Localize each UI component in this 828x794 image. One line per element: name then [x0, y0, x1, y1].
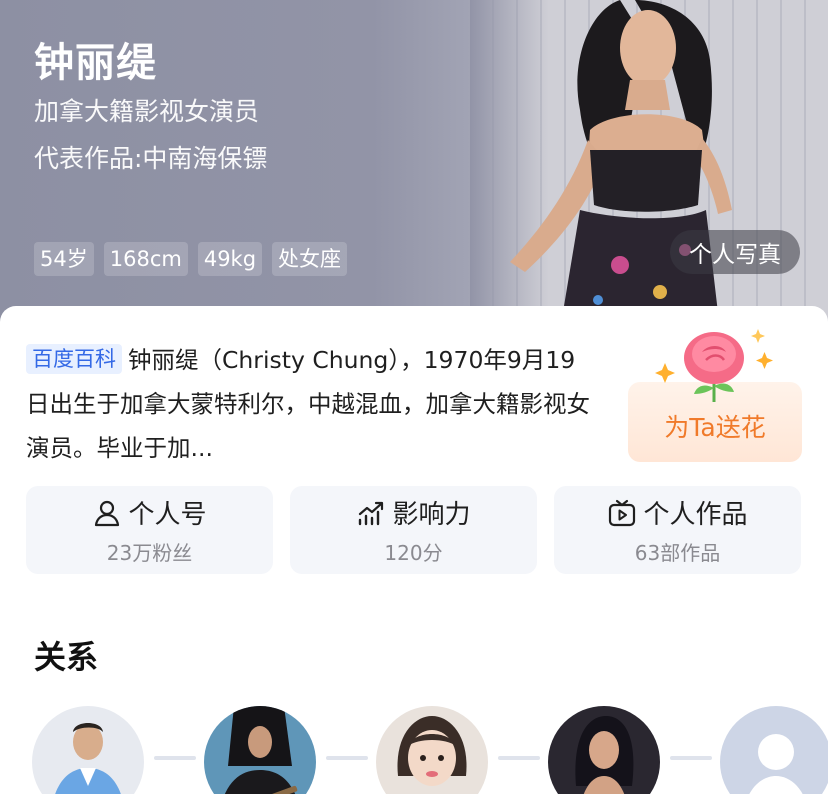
relation-avatar-3[interactable] [376, 706, 488, 794]
personal-works-label: 个人作品 [643, 500, 748, 530]
works-count: 63部作品 [634, 541, 721, 565]
profile-photo[interactable] [470, 0, 828, 330]
influence-score: 120分 [384, 541, 443, 565]
relations-list [32, 706, 828, 794]
follower-count: 23万粉丝 [106, 541, 193, 565]
video-icon [609, 499, 636, 526]
rose-icon [655, 329, 773, 402]
personal-works-card[interactable]: 个人作品 63部作品 [554, 486, 801, 574]
influence-card[interactable]: 影响力 120分 [290, 486, 537, 574]
relations-title: 关系 [34, 638, 99, 676]
personal-account-title-row: 个人号 [92, 494, 207, 531]
avatar-girl [376, 706, 488, 794]
zodiac-tag: 处女座 [272, 242, 348, 276]
avatar-guitarist [204, 706, 316, 794]
hero-banner: 钟丽缇 加拿大籍影视女演员 代表作品:中南海保镖 54岁 168cm 49kg … [0, 0, 828, 330]
relation-avatar-4[interactable] [548, 706, 660, 794]
celebrity-name: 钟丽缇 [34, 40, 157, 86]
relation-connector [326, 756, 368, 760]
relation-avatar-2[interactable] [204, 706, 316, 794]
info-tags: 54岁 168cm 49kg 处女座 [34, 242, 348, 276]
intro-summary[interactable]: 百度百科 钟丽缇（Christy Chung），1970年9月19日出生于加拿大蒙… [26, 338, 596, 470]
personal-account-card[interactable]: 个人号 23万粉丝 [26, 486, 273, 574]
personal-photos-button[interactable]: 个人写真 [670, 230, 800, 274]
age-tag: 54岁 [34, 242, 94, 276]
personal-works-title-row: 个人作品 [607, 494, 748, 531]
relation-connector [498, 756, 540, 760]
avatar-man-blue-suit [32, 706, 144, 794]
person-icon [95, 500, 120, 526]
representative-work: 代表作品:中南海保镖 [34, 144, 268, 173]
avatar-woman [548, 706, 660, 794]
relation-avatar-1[interactable] [32, 706, 144, 794]
trend-icon [359, 501, 384, 525]
height-tag: 168cm [103, 242, 188, 276]
influence-title-row: 影响力 [356, 494, 471, 531]
nationality-occupation: 加拿大籍影视女演员 [34, 97, 260, 126]
influence-label: 影响力 [392, 500, 471, 530]
relation-avatar-5[interactable] [720, 706, 828, 794]
relation-connector [670, 756, 712, 760]
baike-badge[interactable]: 百度百科 [26, 344, 122, 374]
photo-figure-illustration [510, 0, 732, 330]
profile-card: 百度百科 钟丽缇（Christy Chung），1970年9月19日出生于加拿大蒙… [0, 306, 828, 794]
send-flower-label: 为Ta送花 [664, 413, 766, 442]
personal-account-label: 个人号 [128, 500, 207, 530]
stats-row: 个人号 23万粉丝 影响力 120分 个人作品 63部作品 [26, 486, 801, 574]
avatar-placeholder-icon [720, 706, 828, 794]
relation-connector [154, 756, 196, 760]
weight-tag: 49kg [197, 242, 263, 276]
